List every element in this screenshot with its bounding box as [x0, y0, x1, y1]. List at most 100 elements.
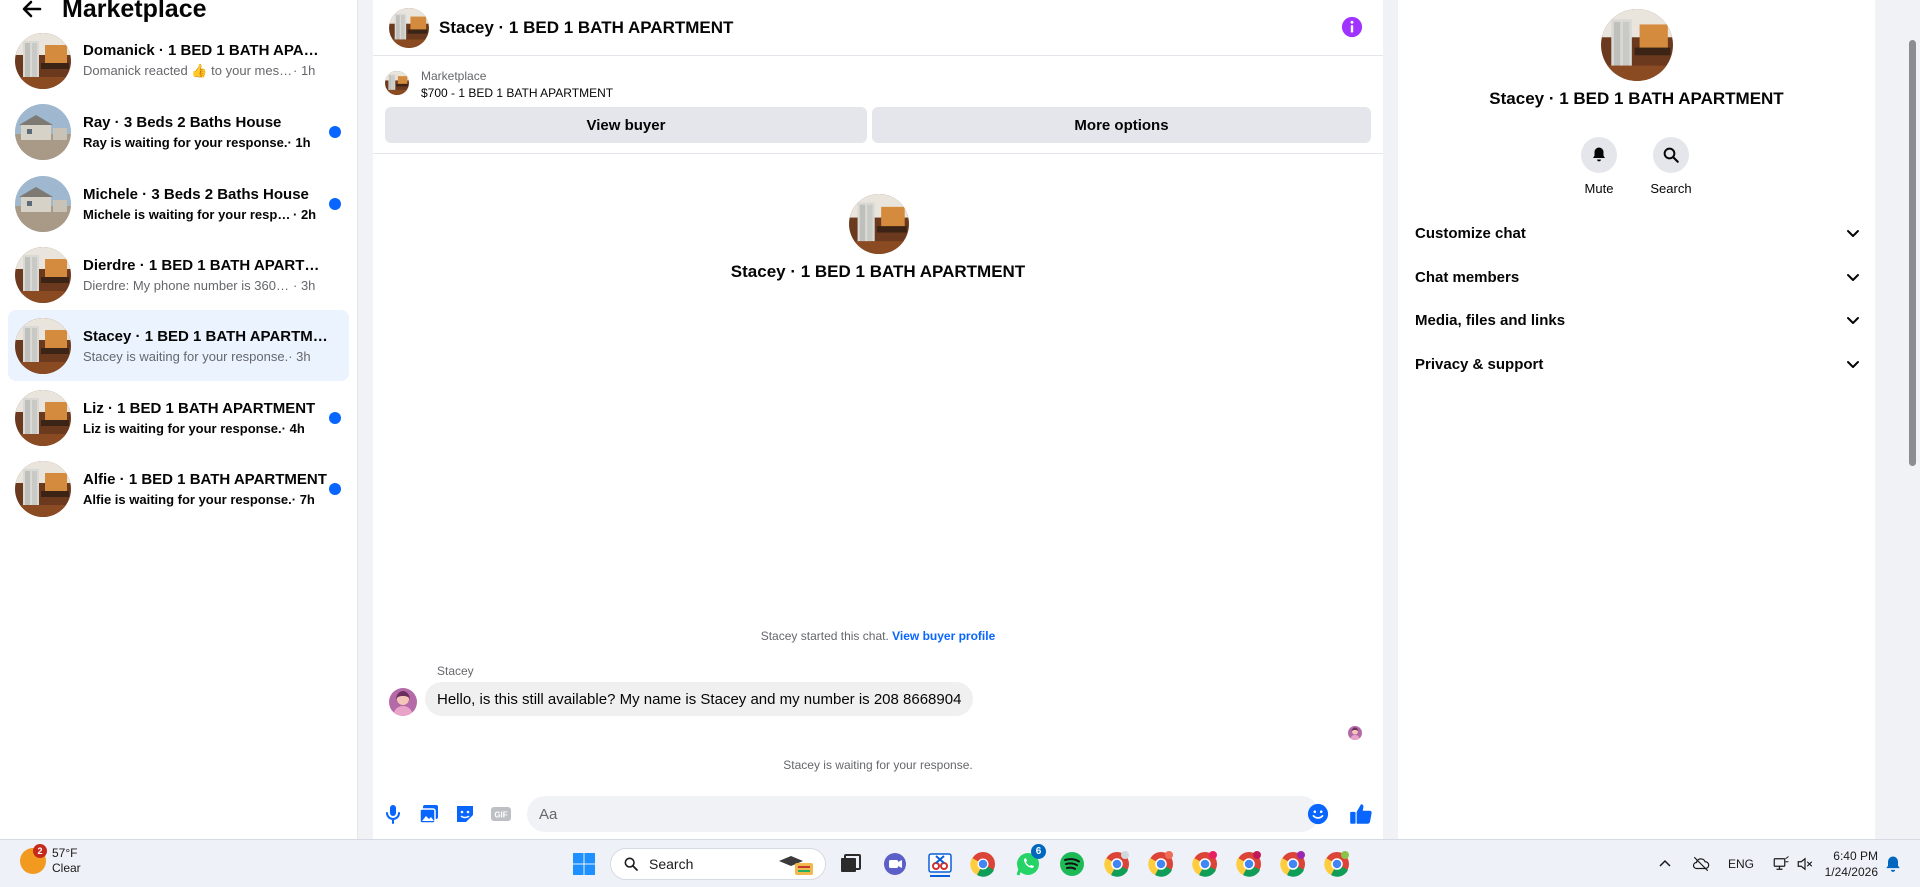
conversation-preview: Domanick reacted 👍 to your message [83, 63, 293, 78]
chrome-profile-icon[interactable] [1103, 850, 1131, 878]
chat-title[interactable]: Stacey · 1 BED 1 BATH APARTMENT [439, 18, 733, 38]
conversation-time: · 7h [291, 491, 315, 507]
conversation-item[interactable]: Michele · 3 Beds 2 Baths House Michele is… [8, 168, 349, 239]
thumbs-up-icon[interactable] [1348, 801, 1374, 827]
sidebar-title: Marketplace [62, 0, 207, 23]
language-indicator[interactable]: ENG [1728, 857, 1754, 871]
conversation-avatar [15, 32, 71, 89]
message-input[interactable] [527, 796, 1319, 832]
chevron-down-icon [1847, 361, 1859, 368]
sender-avatar[interactable] [389, 688, 417, 716]
conversation-preview: Ray is waiting for your response. [83, 134, 288, 150]
conversation-avatar [15, 103, 71, 160]
details-avatar [1601, 9, 1673, 81]
chrome-profile-icon[interactable] [1323, 850, 1351, 878]
search-action[interactable]: Search [1641, 137, 1701, 196]
sender-name: Stacey [437, 664, 474, 678]
gif-icon[interactable]: GIF [489, 802, 513, 826]
taskbar-clock[interactable]: 6:40 PM 1/24/2026 [1820, 848, 1878, 880]
taskbar-search-box[interactable]: Search [610, 848, 826, 880]
volume-muted-icon[interactable] [1796, 855, 1814, 873]
conversation-text: Michele · 3 Beds 2 Baths House Michele is… [83, 186, 328, 222]
search-label: Search [1650, 181, 1692, 196]
conversation-preview: Liz is waiting for your response. [83, 420, 282, 436]
privacy-support-row[interactable]: Privacy & support [1398, 346, 1875, 382]
chevron-down-icon [1847, 317, 1859, 324]
search-icon [624, 857, 638, 871]
notification-bell-icon[interactable] [1883, 854, 1903, 874]
clock-time: 6:40 PM [1833, 849, 1878, 863]
chat-header: Stacey · 1 BED 1 BATH APARTMENT [373, 0, 1383, 56]
conversation-time: · 3h [288, 348, 311, 364]
conversation-avatar [15, 175, 71, 232]
conversation-item[interactable]: Stacey · 1 BED 1 BATH APARTMENT Stacey is… [8, 310, 349, 381]
unread-dot [329, 126, 341, 138]
conversation-avatar [15, 460, 71, 517]
conversation-item[interactable]: Dierdre · 1 BED 1 BATH APARTMENT Dierdre:… [8, 239, 349, 310]
taskbar-search-label: Search [649, 856, 694, 872]
weather-widget[interactable]: 2 57°F Clear [20, 844, 81, 876]
microphone-icon[interactable] [381, 802, 405, 826]
conversation-time: · 1h [287, 134, 311, 150]
weather-condition-text: Clear [52, 861, 81, 875]
view-buyer-button[interactable]: View buyer [385, 107, 867, 143]
info-icon[interactable] [1341, 16, 1363, 38]
listing-title[interactable]: $700 - 1 BED 1 BATH APARTMENT [421, 86, 613, 100]
weather-badge: 2 [33, 844, 47, 858]
task-view-icon[interactable] [836, 850, 864, 878]
media-files-links-row[interactable]: Media, files and links [1398, 302, 1875, 338]
back-arrow-icon[interactable] [20, 0, 44, 21]
system-tray: ENG [1650, 840, 1814, 887]
conversation-avatar [15, 246, 71, 303]
windows-start-icon[interactable] [572, 852, 596, 876]
onedrive-offline-icon[interactable] [1692, 855, 1710, 873]
conversation-name: Domanick · 1 BED 1 BATH APARTM... [83, 42, 328, 59]
conversation-item[interactable]: Alfie · 1 BED 1 BATH APARTMENT Alfie is w… [8, 453, 349, 524]
chat-started-text: Stacey started this chat. [760, 629, 889, 643]
page-scrollbar[interactable] [1904, 0, 1920, 839]
chrome-profile-icon[interactable] [1147, 850, 1175, 878]
search-highlight-icon [779, 856, 813, 875]
message-bubble[interactable]: Hello, is this still available? My name … [425, 682, 974, 716]
chat-started-notice: Stacey started this chat. View buyer pro… [373, 629, 1383, 643]
chevron-down-icon [1847, 274, 1859, 281]
spotify-icon[interactable] [1058, 850, 1086, 878]
chrome-profile-icon[interactable] [1235, 850, 1263, 878]
emoji-icon[interactable] [1307, 803, 1329, 825]
conversation-time: · 2h [293, 206, 317, 222]
conversation-preview: Dierdre: My phone number is 360-76... [83, 277, 293, 293]
conversation-item[interactable]: Liz · 1 BED 1 BATH APARTMENT Liz is waiti… [8, 382, 349, 453]
details-title: Stacey · 1 BED 1 BATH APARTMENT [1489, 89, 1784, 108]
conversation-preview: Stacey is waiting for your response. [83, 348, 289, 364]
view-buyer-profile-link[interactable]: View buyer profile [892, 629, 995, 643]
scrollbar-thumb[interactable] [1909, 40, 1916, 466]
chat-panel: Stacey · 1 BED 1 BATH APARTMENT Marketpl… [373, 0, 1383, 839]
network-icon[interactable] [1772, 855, 1790, 873]
conversation-name: Michele · 3 Beds 2 Baths House [83, 185, 309, 203]
conversation-time: · 1h [293, 63, 316, 78]
svg-text:GIF: GIF [494, 811, 507, 820]
clock-date: 1/24/2026 [1824, 865, 1878, 879]
conversation-item[interactable]: Domanick · 1 BED 1 BATH APARTM... Domanic… [8, 25, 349, 96]
customize-chat-row[interactable]: Customize chat [1398, 215, 1875, 251]
more-options-button[interactable]: More options [872, 107, 1371, 143]
photo-icon[interactable] [417, 802, 441, 826]
conversation-time: · 4h [281, 420, 305, 436]
intro-avatar [849, 194, 909, 254]
sticker-icon[interactable] [453, 802, 477, 826]
chat-header-avatar[interactable] [389, 7, 429, 48]
mute-action[interactable]: Mute [1569, 137, 1629, 196]
conversation-item[interactable]: Ray · 3 Beds 2 Baths House Ray is waiting… [8, 96, 349, 167]
whatsapp-taskbar-button[interactable]: 6 [1014, 844, 1046, 878]
chevron-up-icon[interactable] [1658, 857, 1672, 871]
conversation-avatar [15, 317, 71, 374]
teams-chat-icon[interactable] [881, 850, 909, 878]
chrome-profile-icon[interactable] [1279, 850, 1307, 878]
chrome-icon[interactable] [969, 850, 997, 878]
listing-thumbnail[interactable] [385, 71, 409, 95]
chat-members-row[interactable]: Chat members [1398, 259, 1875, 295]
conversation-sidebar: Marketplace Domanick · 1 BED 1 BATH APAR… [0, 0, 358, 839]
snipping-tool-icon[interactable] [926, 850, 954, 878]
chrome-profile-icon[interactable] [1191, 850, 1219, 878]
windows-taskbar: 2 57°F Clear Search 6 ENG 6:40 PM 1/24/2… [0, 839, 1920, 887]
